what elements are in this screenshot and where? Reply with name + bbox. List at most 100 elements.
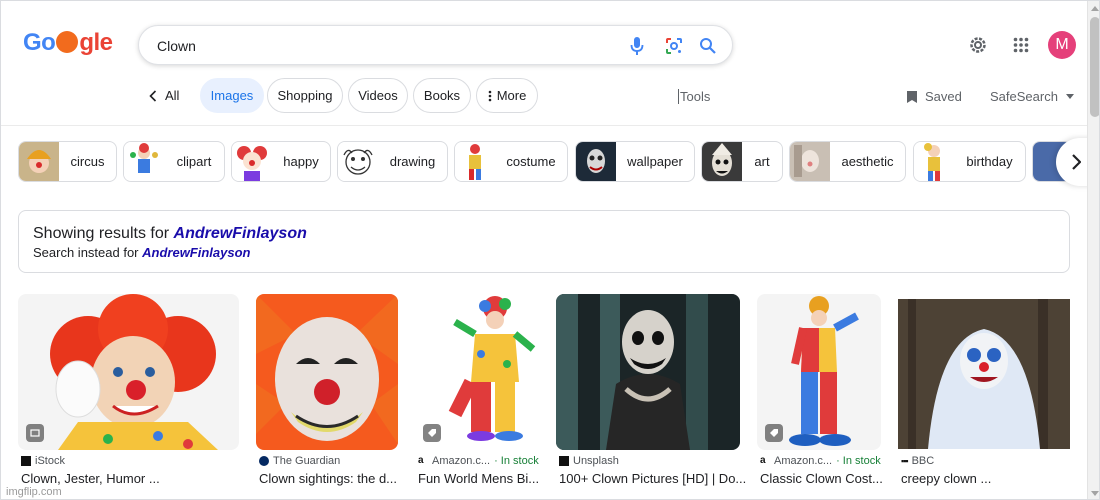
result-source-name: Amazon.c... xyxy=(774,455,833,467)
guardian-favicon-icon xyxy=(259,456,269,466)
saved-button[interactable]: Saved xyxy=(906,89,962,104)
image-result[interactable]: a Amazon.c... · In stock Classic Clown C… xyxy=(757,294,883,486)
result-stock-status: · In stock xyxy=(836,455,881,467)
search-box xyxy=(138,25,733,65)
result-source: iStock xyxy=(21,455,65,467)
image-result[interactable]: Unsplash 100+ Clown Pictures [HD] | Do..… xyxy=(556,294,746,486)
imgflip-watermark: imgflip.com xyxy=(6,486,62,498)
tab-all-label: All xyxy=(165,88,180,103)
chip-wallpaper[interactable]: wallpaper xyxy=(575,141,695,182)
logo-doodle xyxy=(56,30,79,53)
chip-happy[interactable]: happy xyxy=(231,141,331,182)
instead-term-link[interactable]: AndrewFinlayson xyxy=(142,245,250,260)
result-title[interactable]: Clown, Jester, Humor ... xyxy=(21,471,160,486)
amazon-favicon-icon: a xyxy=(418,456,428,466)
istock-favicon-icon xyxy=(21,456,31,466)
header-divider xyxy=(1,125,1087,126)
image-result[interactable]: iStock Clown, Jester, Humor ... xyxy=(18,294,239,486)
apps-icon[interactable] xyxy=(1010,34,1032,56)
safesearch-label: SafeSearch xyxy=(990,89,1058,104)
tab-books-label: Books xyxy=(423,88,461,103)
result-image xyxy=(256,294,398,450)
result-image xyxy=(415,294,539,450)
account-avatar[interactable]: M xyxy=(1048,31,1076,59)
tab-more[interactable]: More xyxy=(476,78,538,113)
result-title[interactable]: creepy clown ... xyxy=(901,471,991,486)
result-title[interactable]: Clown sightings: the d... xyxy=(259,471,397,486)
tools-button[interactable]: Tools xyxy=(678,89,710,104)
chip-drawing[interactable]: drawing xyxy=(337,141,448,182)
chip-label: wallpaper xyxy=(627,154,683,169)
tab-books[interactable]: Books xyxy=(413,78,471,113)
chip-costume[interactable]: costume xyxy=(454,141,568,182)
result-image xyxy=(898,299,1070,449)
result-source: The Guardian xyxy=(259,455,340,467)
tab-shopping-label: Shopping xyxy=(277,88,333,103)
dots-vertical-icon xyxy=(488,90,491,101)
tab-videos[interactable]: Videos xyxy=(348,78,408,113)
tools-label: Tools xyxy=(680,89,711,104)
chip-label: happy xyxy=(283,154,319,169)
scroll-down-arrow-icon[interactable] xyxy=(1091,491,1099,496)
result-source-name: Unsplash xyxy=(573,455,619,467)
result-source-name: BBC xyxy=(911,455,935,467)
result-source: a Amazon.c... · In stock xyxy=(760,455,881,467)
chip-thumbnail xyxy=(232,142,272,181)
chip-thumbnail xyxy=(124,142,164,181)
image-result[interactable]: ▪▪▪ BBC creepy clown ... xyxy=(898,294,1070,486)
unsplash-favicon-icon xyxy=(559,456,569,466)
chip-circus[interactable]: circus xyxy=(18,141,117,182)
chip-clipart[interactable]: clipart xyxy=(123,141,225,182)
image-result[interactable]: The Guardian Clown sightings: the d... xyxy=(256,294,398,486)
chip-label: birthday xyxy=(966,154,1013,169)
result-source-name: The Guardian xyxy=(273,455,341,467)
chip-aesthetic[interactable]: aesthetic xyxy=(789,141,906,182)
result-image xyxy=(556,294,740,450)
chip-thumbnail xyxy=(455,142,495,181)
bookmark-icon xyxy=(907,90,917,103)
chip-label: aesthetic xyxy=(841,154,894,169)
showing-term-link[interactable]: AndrewFinlayson xyxy=(174,225,307,242)
chip-thumbnail xyxy=(790,142,830,181)
chip-thumbnail xyxy=(702,142,742,181)
result-source-name: Amazon.c... xyxy=(432,455,491,467)
search-icon[interactable] xyxy=(697,35,719,57)
tab-all[interactable]: All xyxy=(149,88,179,103)
tab-images-label: Images xyxy=(210,88,254,103)
result-title[interactable]: Fun World Mens Bi... xyxy=(418,471,539,486)
tab-shopping[interactable]: Shopping xyxy=(267,78,343,113)
safesearch-button[interactable]: SafeSearch xyxy=(990,89,1074,104)
result-source-name: iStock xyxy=(35,455,65,467)
result-source: Unsplash xyxy=(559,455,619,467)
settings-icon[interactable] xyxy=(967,34,989,56)
chip-label: art xyxy=(754,154,770,169)
chip-label: costume xyxy=(506,154,556,169)
showing-prefix: Showing results for xyxy=(33,225,170,242)
result-title[interactable]: Classic Clown Cost... xyxy=(760,471,883,486)
result-source: a Amazon.c... · In stock xyxy=(418,455,539,467)
caret-down-icon xyxy=(1065,94,1074,99)
instead-prefix: Search instead for xyxy=(33,245,139,260)
page-scrollbar[interactable] xyxy=(1087,1,1099,499)
result-title[interactable]: 100+ Clown Pictures [HD] | Do... xyxy=(559,471,746,486)
scroll-up-arrow-icon[interactable] xyxy=(1091,6,1099,11)
search-input[interactable] xyxy=(157,35,597,57)
lens-icon[interactable] xyxy=(663,35,685,57)
scrollbar-thumb[interactable] xyxy=(1090,17,1099,117)
chip-thumbnail xyxy=(576,142,616,181)
spelling-correction-box: Showing results for AndrewFinlayson Sear… xyxy=(18,210,1070,273)
mic-icon[interactable] xyxy=(626,35,648,57)
chip-birthday[interactable]: birthday xyxy=(913,141,1026,182)
amazon-favicon-icon: a xyxy=(760,456,770,466)
search-instead-line: Search instead for AndrewFinlayson xyxy=(33,245,251,260)
chip-label: clipart xyxy=(176,154,212,169)
tab-images[interactable]: Images xyxy=(200,78,264,113)
chip-label: drawing xyxy=(389,154,436,169)
chip-art[interactable]: art xyxy=(701,141,783,182)
google-logo[interactable]: Go gle xyxy=(23,29,113,57)
logo-text-right: gle xyxy=(79,29,113,56)
result-source: ▪▪▪ BBC xyxy=(901,455,934,467)
avatar-initial: M xyxy=(1055,36,1069,53)
image-result[interactable]: a Amazon.c... · In stock Fun World Mens … xyxy=(415,294,539,486)
saved-label: Saved xyxy=(925,89,962,104)
